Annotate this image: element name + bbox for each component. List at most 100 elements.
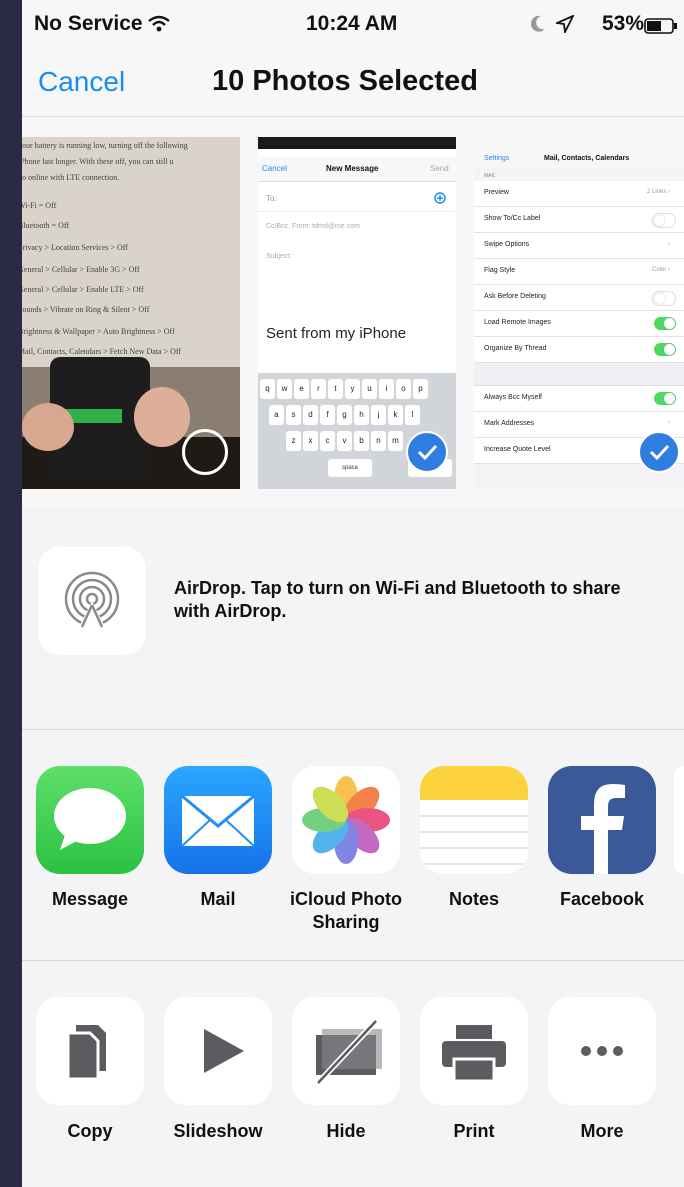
settings-row: Organize By Thread bbox=[474, 337, 684, 363]
settings-row-label: Increase Quote Level bbox=[484, 446, 551, 453]
notes-line: General > Cellular > Enable 3G > Off bbox=[22, 265, 140, 274]
key: t bbox=[328, 379, 343, 399]
photo-strip[interactable]: your battery is running low, turning off… bbox=[22, 117, 684, 508]
message-icon bbox=[36, 766, 144, 874]
hide-icon bbox=[315, 1018, 382, 1086]
share-actions-row: Copy Slideshow Hide Print More bbox=[22, 961, 684, 1187]
keyboard-row: zxcvbnm bbox=[286, 431, 403, 451]
notes-icon bbox=[420, 766, 528, 874]
airdrop-section: AirDrop. Tap to turn on Wi-Fi and Blueto… bbox=[22, 507, 684, 730]
key: o bbox=[396, 379, 411, 399]
settings-row-label: Preview bbox=[484, 189, 509, 196]
mini-back: Settings bbox=[484, 155, 510, 162]
nav-bar: Cancel 10 Photos Selected bbox=[22, 50, 684, 117]
settings-row: Flag Style Color › bbox=[474, 259, 684, 285]
slideshow-button[interactable]: Slideshow bbox=[158, 997, 278, 1142]
notes-line: Sounds > Vibrate on Ring & Silent > Off bbox=[22, 305, 150, 314]
airdrop-icon bbox=[64, 571, 120, 629]
space-key: space bbox=[328, 459, 372, 477]
notes-line: General > Cellular > Enable LTE > Off bbox=[22, 285, 144, 294]
key: u bbox=[362, 379, 377, 399]
copy-button[interactable]: Copy bbox=[30, 997, 150, 1142]
share-notes-button[interactable]: Notes bbox=[414, 766, 534, 911]
mini-cancel: Cancel bbox=[262, 164, 287, 173]
next-app-peek bbox=[674, 766, 684, 874]
selection-check[interactable] bbox=[638, 431, 680, 473]
key: c bbox=[320, 431, 335, 451]
mini-subject: Subject: bbox=[266, 253, 292, 260]
selection-circle-empty[interactable] bbox=[182, 429, 228, 475]
copy-icon bbox=[66, 1025, 106, 1081]
add-contact-icon bbox=[434, 192, 446, 204]
mini-body: Sent from my iPhone bbox=[266, 325, 407, 342]
more-icon bbox=[581, 1046, 623, 1056]
key: n bbox=[371, 431, 386, 451]
settings-row: Load Remote Images bbox=[474, 311, 684, 337]
key: m bbox=[388, 431, 403, 451]
hide-button[interactable]: Hide bbox=[286, 997, 406, 1142]
key: r bbox=[311, 379, 326, 399]
action-label: Print bbox=[453, 1121, 495, 1141]
toggle-off bbox=[652, 213, 676, 228]
action-label: Copy bbox=[67, 1121, 113, 1141]
settings-row: Ask Before Deleting bbox=[474, 285, 684, 311]
mini-cc: Cc/Bcc, From: tdmd@me.com bbox=[266, 223, 360, 230]
mini-settings-title: Mail, Contacts, Calendars bbox=[544, 155, 630, 162]
action-label: More bbox=[580, 1121, 624, 1141]
photo-thumbnail-mail-settings[interactable]: Settings Mail, Contacts, Calendars MAIL … bbox=[474, 137, 684, 489]
settings-row-label: Mark Addresses bbox=[484, 420, 535, 427]
notes-line: Mail, Contacts, Calendars > Fetch New Da… bbox=[22, 347, 182, 356]
airdrop-button[interactable] bbox=[38, 547, 146, 655]
more-button[interactable]: More bbox=[542, 997, 662, 1142]
share-mail-button[interactable]: Mail bbox=[158, 766, 278, 911]
key: f bbox=[320, 405, 335, 425]
wifi-icon bbox=[148, 15, 170, 32]
checkmark-icon bbox=[417, 444, 438, 461]
photo-thumbnail-notes[interactable]: your battery is running low, turning off… bbox=[22, 137, 240, 489]
photo-thumbnail-new-message[interactable]: Cancel New Message Send To: Cc/Bcc, From… bbox=[258, 137, 456, 489]
selection-check[interactable] bbox=[406, 431, 448, 473]
keyboard-row: asdfghjkl bbox=[269, 405, 420, 425]
mini-section: MAIL bbox=[484, 173, 496, 179]
notes-line: Brightness & Wallpaper > Auto Brightness… bbox=[22, 327, 175, 336]
key: g bbox=[337, 405, 352, 425]
settings-list: Preview 2 Lines › Show To/Cc Label Swipe Op… bbox=[474, 181, 684, 464]
play-icon bbox=[204, 1029, 244, 1073]
share-icloud-photo-button[interactable]: iCloud Photo Sharing bbox=[286, 766, 406, 934]
facebook-icon bbox=[548, 766, 656, 874]
carrier-label: No Service bbox=[34, 12, 143, 35]
key: h bbox=[354, 405, 369, 425]
action-label: Slideshow bbox=[173, 1121, 263, 1141]
app-label: Mail bbox=[200, 889, 236, 909]
app-label: Notes bbox=[448, 889, 499, 909]
print-button[interactable]: Print bbox=[414, 997, 534, 1142]
battery-icon bbox=[644, 18, 677, 34]
share-message-button[interactable]: Message bbox=[30, 766, 150, 911]
printer-icon bbox=[442, 1025, 506, 1083]
key: x bbox=[303, 431, 318, 451]
share-sheet-screen: No Service 10:24 AM 53% Cancel 10 Photos… bbox=[22, 0, 684, 1187]
mini-status-bar bbox=[258, 137, 456, 149]
cancel-button[interactable]: Cancel bbox=[38, 66, 125, 98]
app-label: iCloud Photo Sharing bbox=[290, 889, 402, 932]
app-label: Message bbox=[51, 889, 129, 909]
app-label: Facebook bbox=[559, 889, 645, 909]
key: y bbox=[345, 379, 360, 399]
key: b bbox=[354, 431, 369, 451]
key: p bbox=[413, 379, 428, 399]
notes-line: your battery is running low, turning off… bbox=[22, 141, 188, 150]
keyboard-row: qwertyuiop bbox=[260, 379, 428, 399]
status-bar: No Service 10:24 AM 53% bbox=[22, 0, 684, 50]
notes-line: Privacy > Location Services > Off bbox=[22, 243, 128, 252]
mini-to-label: To: bbox=[266, 194, 277, 203]
settings-row: Preview 2 Lines › bbox=[474, 181, 684, 207]
settings-row-label: Swipe Options bbox=[484, 241, 530, 248]
key: e bbox=[294, 379, 309, 399]
settings-row-value: 2 Lines › bbox=[646, 189, 670, 195]
settings-row-value: › bbox=[668, 420, 670, 426]
clock-label: 10:24 AM bbox=[306, 12, 398, 35]
mini-nav: Cancel New Message Send bbox=[258, 157, 456, 182]
share-facebook-button[interactable]: Facebook bbox=[542, 766, 662, 911]
mini-status-bar bbox=[474, 137, 684, 147]
key: w bbox=[277, 379, 292, 399]
